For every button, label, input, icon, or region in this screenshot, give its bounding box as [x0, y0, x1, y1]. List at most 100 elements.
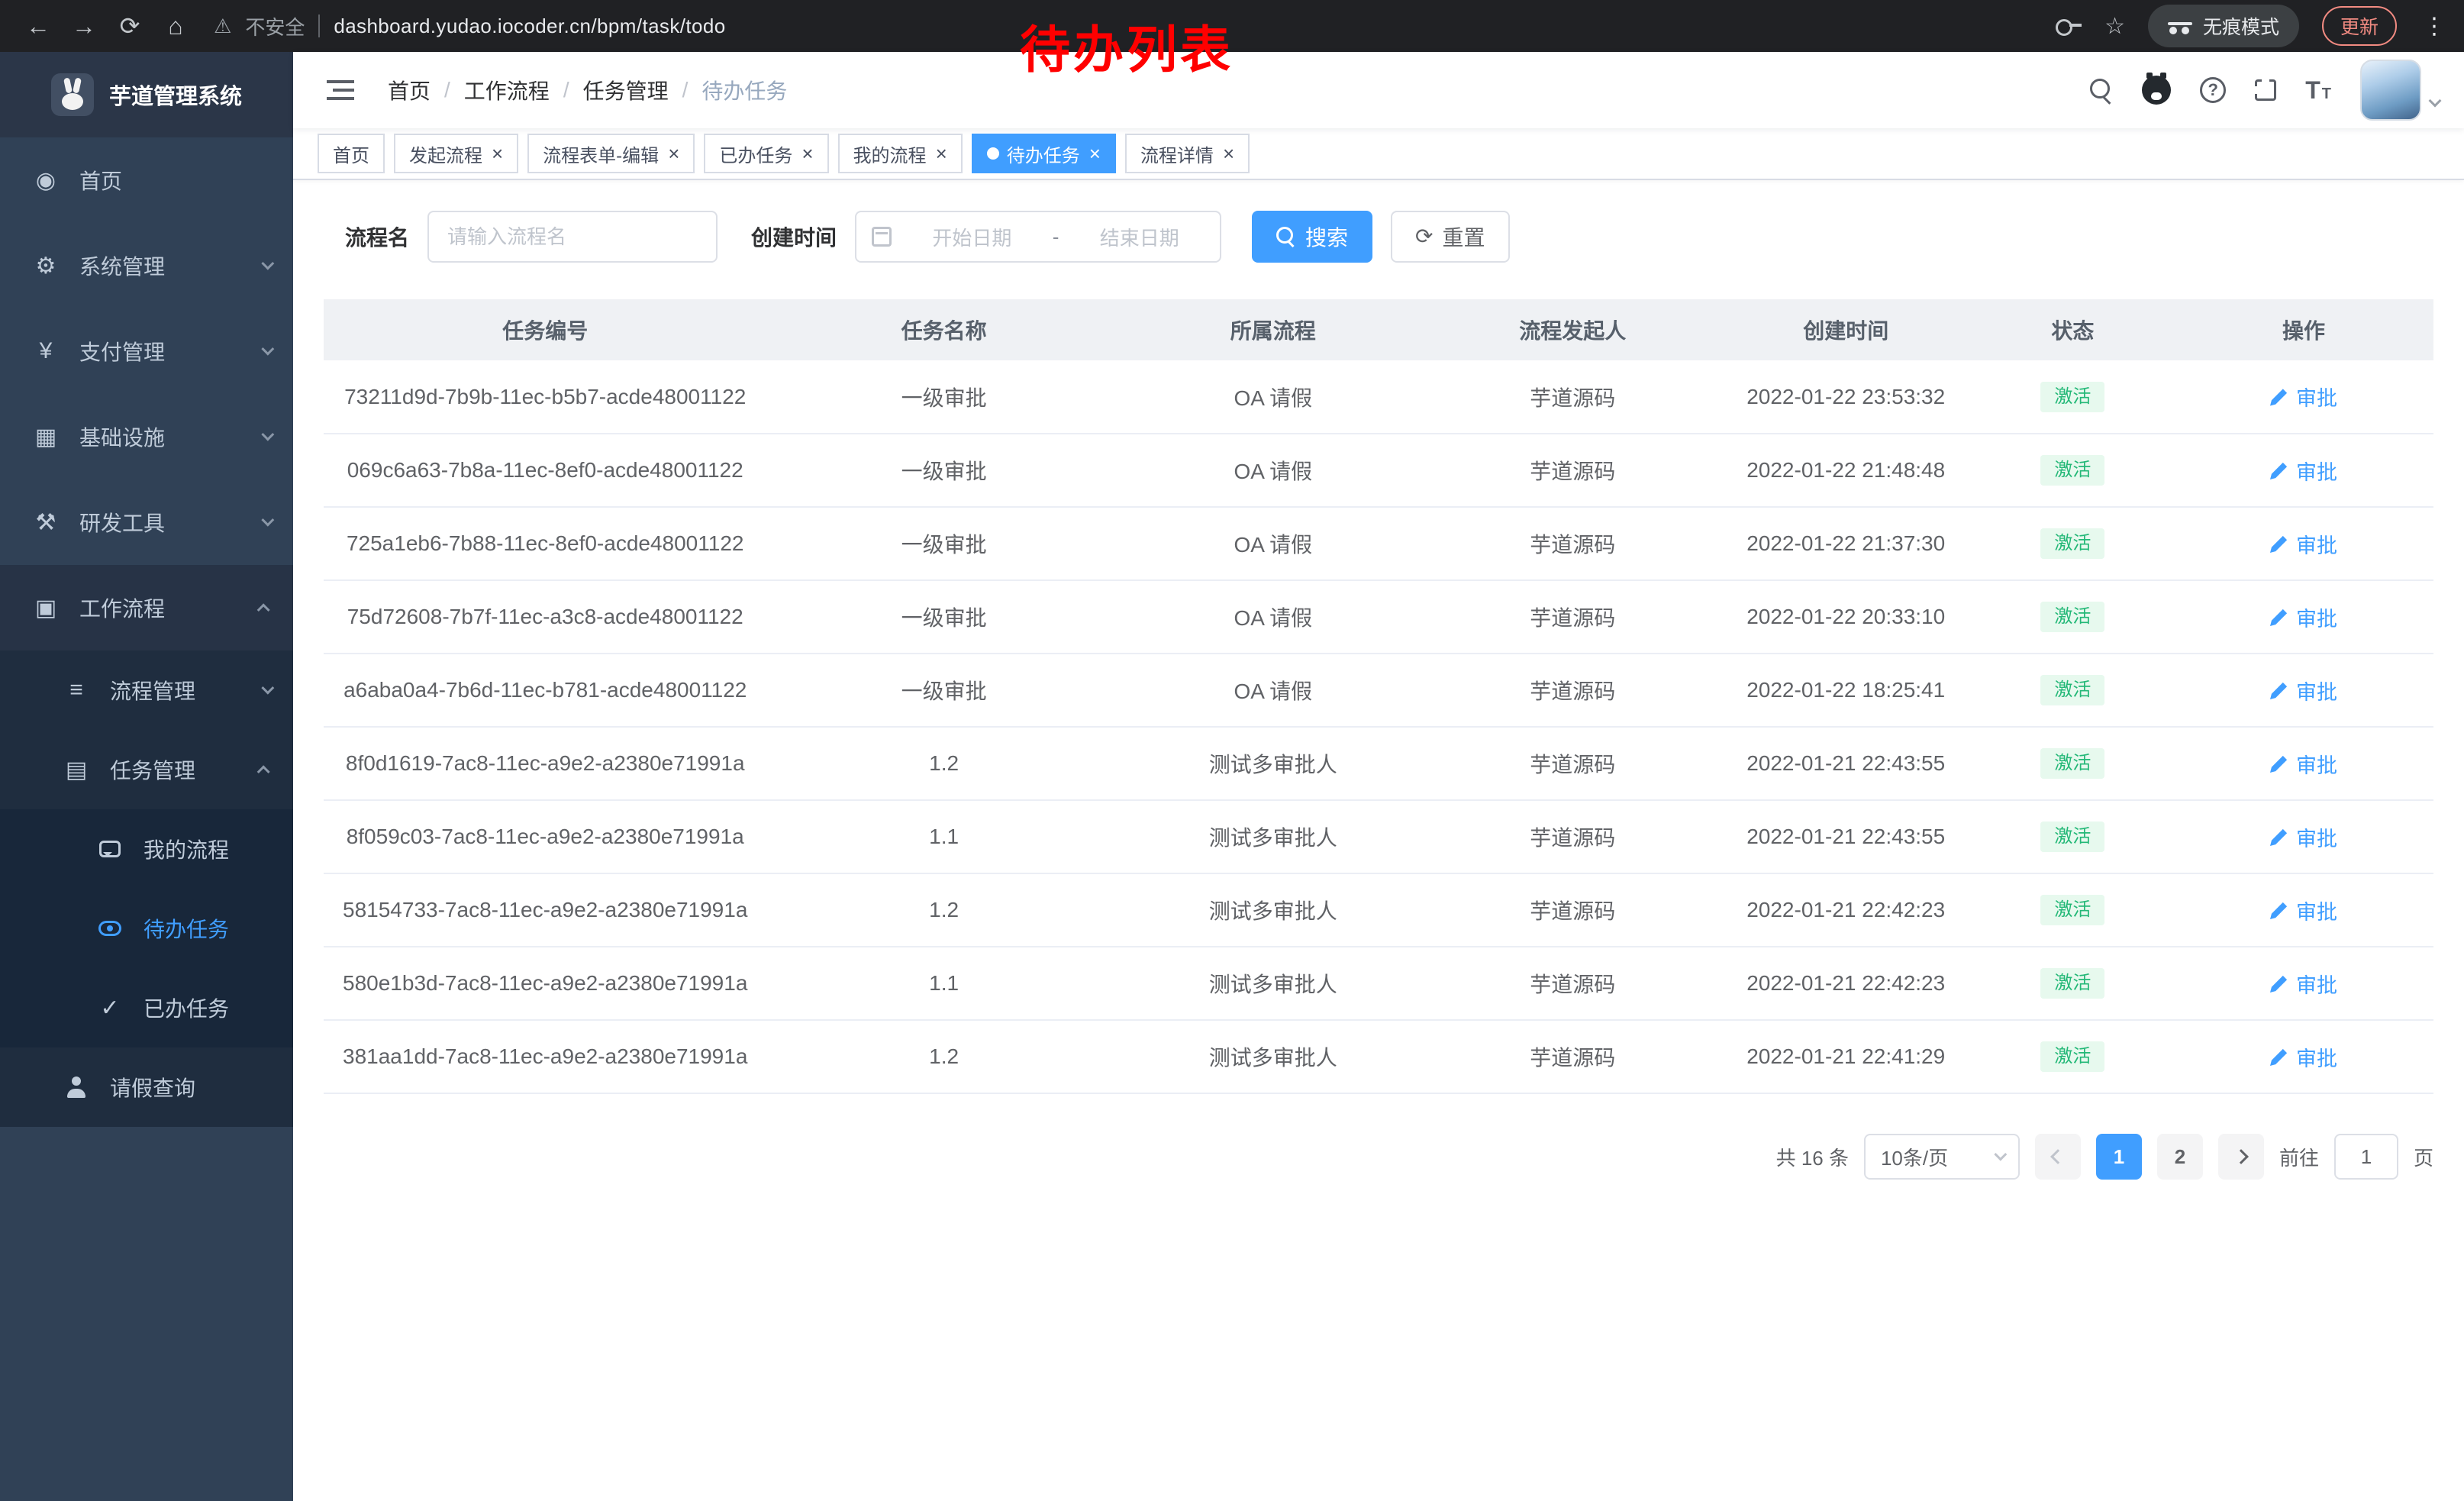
tab-process-form-edit[interactable]: 流程表单-编辑 ×: [527, 134, 695, 173]
status-badge: 激活: [2040, 675, 2104, 705]
chevron-down-icon: [1994, 1148, 2007, 1161]
approve-link[interactable]: 审批: [2270, 382, 2337, 412]
edit-icon: [2270, 974, 2288, 993]
breadcrumb-workflow[interactable]: 工作流程: [464, 75, 550, 105]
breadcrumb-home[interactable]: 首页: [388, 75, 431, 105]
process-cell: OA 请假: [1121, 507, 1425, 580]
created-cell: 2022-01-21 22:43:55: [1721, 727, 1972, 800]
status-badge: 激活: [2040, 602, 2104, 632]
pagination: 共 16 条 10条/页 1 2 前往 页: [324, 1134, 2433, 1180]
sidebar-item-devtools[interactable]: ⚒ 研发工具: [0, 479, 293, 565]
help-icon[interactable]: ?: [2200, 77, 2226, 103]
sidebar-item-payment[interactable]: ¥ 支付管理: [0, 308, 293, 394]
navbar-right: ? TT: [2090, 60, 2440, 121]
sidebar-item-process-management[interactable]: ≡ 流程管理: [0, 650, 293, 730]
sidebar-item-system[interactable]: ⚙ 系统管理: [0, 223, 293, 308]
workflow-submenu-block: ▣ 工作流程 ≡ 流程管理 ▤ 任务管理 我的流程: [0, 565, 293, 1127]
close-icon[interactable]: ×: [1223, 144, 1234, 163]
tab-process-detail[interactable]: 流程详情 ×: [1125, 134, 1250, 173]
status-cell: 激活: [1972, 580, 2174, 654]
close-icon[interactable]: ×: [1089, 144, 1101, 163]
status-badge: 激活: [2040, 822, 2104, 852]
content: 流程名 创建时间 开始日期 - 结束日期 搜索 ⟳: [293, 180, 2464, 1501]
navbar: 首页 / 工作流程 / 任务管理 / 待办任务 ? TT: [293, 52, 2464, 128]
task-id-cell: 73211d9d-7b9b-11ec-b5b7-acde48001122: [324, 360, 766, 434]
action-cell: 审批: [2174, 654, 2433, 727]
tab-todo-tasks[interactable]: 待办任务 ×: [972, 134, 1116, 173]
page-2-button[interactable]: 2: [2157, 1134, 2203, 1180]
action-cell: 审批: [2174, 727, 2433, 800]
sidebar-logo[interactable]: 芋道管理系统: [0, 52, 293, 137]
process-cell: 测试多审批人: [1121, 1020, 1425, 1093]
tab-my-process[interactable]: 我的流程 ×: [838, 134, 963, 173]
sidebar-item-workflow[interactable]: ▣ 工作流程: [0, 565, 293, 650]
sidebar-item-leave-query[interactable]: 请假查询: [0, 1047, 293, 1127]
task-id-cell: a6aba0a4-7b6d-11ec-b781-acde48001122: [324, 654, 766, 727]
sidebar-item-todo-tasks[interactable]: 待办任务: [0, 889, 293, 968]
approve-link[interactable]: 审批: [2270, 749, 2337, 779]
process-name-input[interactable]: [427, 211, 718, 263]
tab-done-tasks[interactable]: 已办任务 ×: [704, 134, 828, 173]
reload-icon[interactable]: ⟳: [107, 0, 153, 52]
key-icon[interactable]: [2056, 19, 2082, 33]
date-range-picker[interactable]: 开始日期 - 结束日期: [855, 211, 1221, 263]
close-icon[interactable]: ×: [492, 144, 503, 163]
tab-home[interactable]: 首页: [318, 134, 385, 173]
initiator-cell: 芋道源码: [1425, 507, 1721, 580]
home-icon[interactable]: ⌂: [153, 0, 198, 52]
action-cell: 审批: [2174, 947, 2433, 1020]
table-row: a6aba0a4-7b6d-11ec-b781-acde48001122 一级审…: [324, 654, 2433, 727]
avatar[interactable]: [2360, 60, 2421, 121]
action-cell: 审批: [2174, 360, 2433, 434]
github-icon[interactable]: [2142, 76, 2171, 105]
update-button[interactable]: 更新: [2322, 6, 2397, 46]
approve-link[interactable]: 审批: [2270, 969, 2337, 999]
status-cell: 激活: [1972, 947, 2174, 1020]
approve-link[interactable]: 审批: [2270, 822, 2337, 852]
edit-icon: [2270, 901, 2288, 919]
edit-icon: [2270, 461, 2288, 479]
sidebar-item-my-process[interactable]: 我的流程: [0, 809, 293, 889]
approve-link[interactable]: 审批: [2270, 676, 2337, 705]
user-menu[interactable]: [2360, 60, 2440, 121]
sidebar-item-home[interactable]: ◉ 首页: [0, 137, 293, 223]
page-size-select[interactable]: 10条/页: [1864, 1134, 2020, 1180]
close-icon[interactable]: ×: [801, 144, 813, 163]
sidebar-item-infrastructure[interactable]: ▦ 基础设施: [0, 394, 293, 479]
breadcrumb-task-management[interactable]: 任务管理: [583, 75, 669, 105]
approve-link[interactable]: 审批: [2270, 1042, 2337, 1072]
goto-page-input[interactable]: [2334, 1134, 2398, 1180]
main-area: 首页 / 工作流程 / 任务管理 / 待办任务 ? TT: [293, 52, 2464, 1501]
task-id-cell: 8f059c03-7ac8-11ec-a9e2-a2380e71991a: [324, 800, 766, 873]
bookmark-star-icon[interactable]: ☆: [2104, 13, 2125, 40]
fullscreen-icon[interactable]: [2255, 79, 2276, 101]
search-button[interactable]: 搜索: [1252, 211, 1372, 263]
close-icon[interactable]: ×: [936, 144, 947, 163]
back-icon[interactable]: ←: [15, 0, 61, 52]
sidebar-item-done-tasks[interactable]: ✓ 已办任务: [0, 968, 293, 1047]
forward-icon[interactable]: →: [61, 0, 107, 52]
end-date-placeholder: 结束日期: [1074, 223, 1205, 251]
page-1-button[interactable]: 1: [2096, 1134, 2142, 1180]
close-icon[interactable]: ×: [668, 144, 679, 163]
grid-icon: ▦: [31, 424, 61, 450]
approve-link[interactable]: 审批: [2270, 456, 2337, 486]
create-time-label: 创建时间: [751, 221, 837, 252]
annotation-overlay: 待办列表: [1020, 9, 1234, 82]
reset-button[interactable]: ⟳ 重置: [1391, 211, 1509, 263]
hamburger-icon[interactable]: [327, 80, 354, 100]
status-badge: 激活: [2040, 748, 2104, 779]
browser-menu-icon[interactable]: ⋮: [2420, 13, 2449, 40]
address-bar[interactable]: ⚠ 不安全 dashboard.yudao.iocoder.cn/bpm/tas…: [214, 12, 726, 40]
col-initiator: 流程发起人: [1425, 299, 1721, 360]
initiator-cell: 芋道源码: [1425, 580, 1721, 654]
approve-link[interactable]: 审批: [2270, 529, 2337, 559]
sidebar-item-task-management[interactable]: ▤ 任务管理: [0, 730, 293, 809]
font-size-icon[interactable]: TT: [2305, 76, 2331, 105]
tab-start-process[interactable]: 发起流程 ×: [394, 134, 518, 173]
approve-link[interactable]: 审批: [2270, 896, 2337, 925]
approve-link[interactable]: 审批: [2270, 602, 2337, 632]
search-icon[interactable]: [2090, 79, 2113, 102]
prev-page-button[interactable]: [2035, 1134, 2081, 1180]
next-page-button[interactable]: [2218, 1134, 2264, 1180]
